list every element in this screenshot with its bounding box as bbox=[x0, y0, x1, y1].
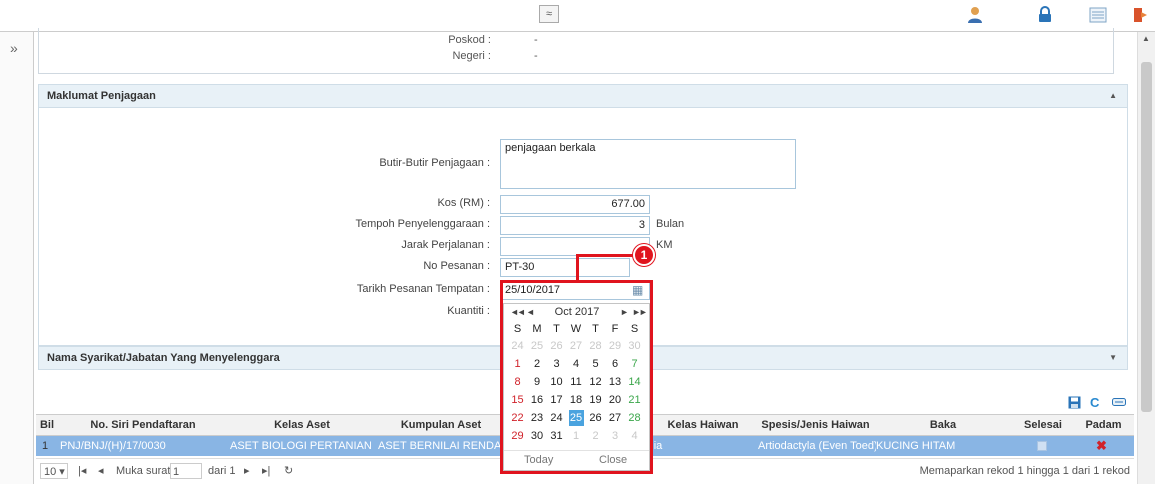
address-section: Poskod : - Negeri : - bbox=[38, 28, 1114, 74]
row-kelas-aset: ASET BIOLOGI PERTANIAN bbox=[230, 440, 372, 452]
col-selesai[interactable]: Selesai bbox=[1013, 415, 1073, 437]
kuantiti-label: Kuantiti : bbox=[447, 305, 490, 317]
page-label: Muka surat bbox=[116, 465, 171, 477]
left-rail: » bbox=[0, 32, 34, 484]
jarak-label: Jarak Perjalanan : bbox=[401, 239, 490, 251]
delete-icon[interactable]: ✖ bbox=[1096, 436, 1112, 456]
col-kelas-aset[interactable]: Kelas Aset bbox=[228, 415, 376, 437]
negeri-label: Negeri : bbox=[452, 50, 491, 62]
list-view-icon[interactable] bbox=[1087, 6, 1109, 26]
butir-textarea[interactable]: penjagaan berkala bbox=[500, 139, 796, 189]
prev-page-icon[interactable]: ◂ bbox=[98, 463, 104, 479]
row-spesis: Artiodactyla (Even Toed) bbox=[758, 440, 876, 452]
user-profile-icon[interactable] bbox=[964, 6, 986, 26]
panel-title: Maklumat Penjagaan bbox=[47, 90, 156, 102]
callout-leader-vertical bbox=[576, 254, 579, 282]
col-padam[interactable]: Padam bbox=[1073, 415, 1134, 437]
col-kumpulan-aset[interactable]: Kumpulan Aset bbox=[376, 415, 506, 437]
double-chevron-up-icon: ≈ bbox=[545, 8, 553, 20]
expand-panel-icon[interactable]: ▼ bbox=[1109, 347, 1117, 369]
logout-icon[interactable] bbox=[1130, 6, 1152, 26]
record-summary: Memaparkan rekod 1 hingga 1 dari 1 rekod bbox=[919, 465, 1130, 477]
col-kelas-haiwan[interactable]: Kelas Haiwan bbox=[648, 415, 758, 437]
col-bil[interactable]: Bil bbox=[36, 415, 58, 437]
step-callout-badge: 1 bbox=[633, 244, 655, 266]
row-kumpulan-aset: ASET BERNILAI RENDAH bbox=[378, 440, 506, 452]
row-baka: KUCING HITAM bbox=[876, 440, 956, 452]
collapse-header-button[interactable]: ≈ bbox=[539, 5, 559, 23]
maklumat-penjagaan-header[interactable]: Maklumat Penjagaan ▲ bbox=[38, 84, 1128, 108]
page-number-input[interactable]: 1 bbox=[170, 463, 202, 479]
next-page-icon[interactable]: ▸ bbox=[244, 463, 250, 479]
jarak-unit: KM bbox=[656, 239, 673, 251]
negeri-value: - bbox=[534, 50, 538, 62]
tempoh-unit: Bulan bbox=[656, 218, 685, 230]
butir-label: Butir-Butir Penjagaan : bbox=[379, 157, 490, 169]
poskod-label: Poskod : bbox=[448, 34, 491, 46]
no-pesanan-input[interactable]: PT-30 bbox=[500, 258, 630, 277]
tarikh-pesanan-label: Tarikh Pesanan Tempatan : bbox=[356, 283, 490, 295]
row-no-siri: PNJ/BNJ/(H)/17/0030 bbox=[60, 440, 166, 452]
page-of-label: dari 1 bbox=[208, 465, 236, 477]
tempoh-label: Tempoh Penyelenggaraan : bbox=[355, 218, 490, 230]
panel-title: Nama Syarikat/Jabatan Yang Menyelenggara bbox=[47, 352, 280, 364]
reload-icon[interactable]: ↻ bbox=[284, 463, 293, 479]
minimize-icon[interactable] bbox=[1112, 396, 1126, 411]
collapse-panel-icon[interactable]: ▲ bbox=[1109, 85, 1117, 107]
row-kelas-haiwan: ...alia bbox=[636, 436, 756, 456]
callout-leader-horizontal bbox=[576, 254, 634, 257]
scroll-up-arrow-icon[interactable]: ▲ bbox=[1142, 34, 1150, 43]
first-page-icon[interactable]: |◂ bbox=[78, 463, 86, 479]
no-pesanan-label: No Pesanan : bbox=[423, 260, 490, 272]
col-no-siri[interactable]: No. Siri Pendaftaran bbox=[58, 415, 228, 437]
expand-sidebar-icon[interactable]: » bbox=[10, 40, 18, 56]
kos-input[interactable]: 677.00 bbox=[500, 195, 650, 214]
tempoh-input[interactable]: 3 bbox=[500, 216, 650, 235]
scroll-thumb[interactable] bbox=[1141, 62, 1152, 412]
last-page-icon[interactable]: ▸| bbox=[262, 463, 270, 479]
lock-icon[interactable] bbox=[1034, 6, 1056, 26]
col-baka[interactable]: Baka bbox=[873, 415, 1013, 437]
selesai-checkbox[interactable] bbox=[1037, 441, 1047, 451]
kos-label: Kos (RM) : bbox=[437, 197, 490, 209]
highlight-box bbox=[500, 280, 653, 474]
row-bil: 1 bbox=[42, 440, 49, 452]
refresh-icon[interactable]: C bbox=[1090, 396, 1099, 410]
col-spesis[interactable]: Spesis/Jenis Haiwan bbox=[758, 415, 873, 437]
save-icon[interactable] bbox=[1068, 396, 1081, 412]
poskod-value: - bbox=[534, 34, 538, 46]
page-scrollbar[interactable]: ▲ bbox=[1137, 32, 1155, 484]
page-size-select[interactable]: 10 ▾ bbox=[40, 463, 68, 479]
